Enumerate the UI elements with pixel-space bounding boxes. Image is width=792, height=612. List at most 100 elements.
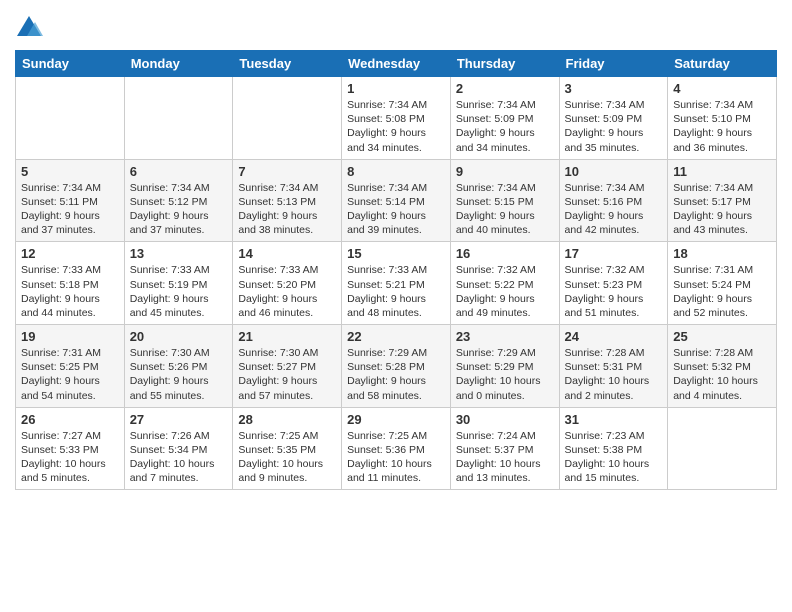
header-cell-saturday: Saturday	[668, 51, 777, 77]
day-cell: 16 Sunrise: 7:32 AM Sunset: 5:22 PM Dayli…	[450, 242, 559, 325]
week-row-4: 19 Sunrise: 7:31 AM Sunset: 5:25 PM Dayli…	[16, 325, 777, 408]
page-container: SundayMondayTuesdayWednesdayThursdayFrid…	[0, 0, 792, 495]
day-info: Sunrise: 7:32 AM Sunset: 5:22 PM Dayligh…	[456, 263, 554, 320]
day-cell	[668, 407, 777, 490]
day-number: 9	[456, 164, 554, 179]
day-number: 7	[238, 164, 336, 179]
day-number: 29	[347, 412, 445, 427]
day-number: 15	[347, 246, 445, 261]
day-cell: 25 Sunrise: 7:28 AM Sunset: 5:32 PM Dayli…	[668, 325, 777, 408]
day-cell: 30Sunrise: 7:24 AM Sunset: 5:37 PM Dayli…	[450, 407, 559, 490]
day-info: Sunrise: 7:34 AM Sunset: 5:09 PM Dayligh…	[565, 98, 663, 155]
day-cell: 1 Sunrise: 7:34 AM Sunset: 5:08 PM Daylig…	[342, 77, 451, 160]
day-number: 16	[456, 246, 554, 261]
day-cell: 5 Sunrise: 7:34 AM Sunset: 5:11 PM Daylig…	[16, 159, 125, 242]
day-number: 30	[456, 412, 554, 427]
day-cell: 8Sunrise: 7:34 AM Sunset: 5:14 PM Daylig…	[342, 159, 451, 242]
header-cell-tuesday: Tuesday	[233, 51, 342, 77]
day-number: 21	[238, 329, 336, 344]
day-info: Sunrise: 7:34 AM Sunset: 5:12 PM Dayligh…	[130, 181, 228, 238]
calendar-table: SundayMondayTuesdayWednesdayThursdayFrid…	[15, 50, 777, 490]
logo	[15, 14, 47, 42]
day-number: 18	[673, 246, 771, 261]
day-info: Sunrise: 7:34 AM Sunset: 5:17 PM Dayligh…	[673, 181, 771, 238]
day-info: Sunrise: 7:26 AM Sunset: 5:34 PM Dayligh…	[130, 429, 228, 486]
day-number: 24	[565, 329, 663, 344]
day-number: 1	[347, 81, 445, 96]
day-cell: 14 Sunrise: 7:33 AM Sunset: 5:20 PM Dayli…	[233, 242, 342, 325]
day-cell: 20 Sunrise: 7:30 AM Sunset: 5:26 PM Dayli…	[124, 325, 233, 408]
week-row-2: 5 Sunrise: 7:34 AM Sunset: 5:11 PM Daylig…	[16, 159, 777, 242]
day-cell: 6 Sunrise: 7:34 AM Sunset: 5:12 PM Daylig…	[124, 159, 233, 242]
day-cell: 15 Sunrise: 7:33 AM Sunset: 5:21 PM Dayli…	[342, 242, 451, 325]
day-number: 13	[130, 246, 228, 261]
day-info: Sunrise: 7:34 AM Sunset: 5:16 PM Dayligh…	[565, 181, 663, 238]
day-cell: 28 Sunrise: 7:25 AM Sunset: 5:35 PM Dayli…	[233, 407, 342, 490]
day-info: Sunrise: 7:33 AM Sunset: 5:21 PM Dayligh…	[347, 263, 445, 320]
day-info: Sunrise: 7:25 AM Sunset: 5:36 PM Dayligh…	[347, 429, 445, 486]
day-info: Sunrise: 7:34 AM Sunset: 5:13 PM Dayligh…	[238, 181, 336, 238]
calendar-header: SundayMondayTuesdayWednesdayThursdayFrid…	[16, 51, 777, 77]
day-number: 12	[21, 246, 119, 261]
day-info: Sunrise: 7:28 AM Sunset: 5:32 PM Dayligh…	[673, 346, 771, 403]
day-number: 25	[673, 329, 771, 344]
day-info: Sunrise: 7:31 AM Sunset: 5:25 PM Dayligh…	[21, 346, 119, 403]
day-number: 28	[238, 412, 336, 427]
day-info: Sunrise: 7:29 AM Sunset: 5:28 PM Dayligh…	[347, 346, 445, 403]
day-cell: 24Sunrise: 7:28 AM Sunset: 5:31 PM Dayli…	[559, 325, 668, 408]
day-number: 26	[21, 412, 119, 427]
day-number: 19	[21, 329, 119, 344]
day-cell: 13 Sunrise: 7:33 AM Sunset: 5:19 PM Dayli…	[124, 242, 233, 325]
day-info: Sunrise: 7:34 AM Sunset: 5:11 PM Dayligh…	[21, 181, 119, 238]
day-number: 2	[456, 81, 554, 96]
day-info: Sunrise: 7:34 AM Sunset: 5:14 PM Dayligh…	[347, 181, 445, 238]
day-number: 27	[130, 412, 228, 427]
day-number: 11	[673, 164, 771, 179]
day-cell: 3 Sunrise: 7:34 AM Sunset: 5:09 PM Daylig…	[559, 77, 668, 160]
day-number: 17	[565, 246, 663, 261]
logo-icon	[15, 14, 43, 42]
day-info: Sunrise: 7:34 AM Sunset: 5:09 PM Dayligh…	[456, 98, 554, 155]
day-info: Sunrise: 7:25 AM Sunset: 5:35 PM Dayligh…	[238, 429, 336, 486]
day-info: Sunrise: 7:30 AM Sunset: 5:26 PM Dayligh…	[130, 346, 228, 403]
day-number: 10	[565, 164, 663, 179]
day-number: 23	[456, 329, 554, 344]
week-row-1: 1 Sunrise: 7:34 AM Sunset: 5:08 PM Daylig…	[16, 77, 777, 160]
day-cell: 12 Sunrise: 7:33 AM Sunset: 5:18 PM Dayli…	[16, 242, 125, 325]
day-info: Sunrise: 7:31 AM Sunset: 5:24 PM Dayligh…	[673, 263, 771, 320]
day-info: Sunrise: 7:33 AM Sunset: 5:18 PM Dayligh…	[21, 263, 119, 320]
day-cell: 7 Sunrise: 7:34 AM Sunset: 5:13 PM Daylig…	[233, 159, 342, 242]
day-info: Sunrise: 7:32 AM Sunset: 5:23 PM Dayligh…	[565, 263, 663, 320]
day-cell	[124, 77, 233, 160]
day-number: 20	[130, 329, 228, 344]
day-info: Sunrise: 7:30 AM Sunset: 5:27 PM Dayligh…	[238, 346, 336, 403]
calendar-body: 1 Sunrise: 7:34 AM Sunset: 5:08 PM Daylig…	[16, 77, 777, 490]
day-info: Sunrise: 7:29 AM Sunset: 5:29 PM Dayligh…	[456, 346, 554, 403]
day-info: Sunrise: 7:33 AM Sunset: 5:20 PM Dayligh…	[238, 263, 336, 320]
day-number: 31	[565, 412, 663, 427]
day-cell: 21 Sunrise: 7:30 AM Sunset: 5:27 PM Dayli…	[233, 325, 342, 408]
day-info: Sunrise: 7:27 AM Sunset: 5:33 PM Dayligh…	[21, 429, 119, 486]
day-cell: 26 Sunrise: 7:27 AM Sunset: 5:33 PM Dayli…	[16, 407, 125, 490]
header-cell-monday: Monday	[124, 51, 233, 77]
day-info: Sunrise: 7:34 AM Sunset: 5:15 PM Dayligh…	[456, 181, 554, 238]
day-cell: 27 Sunrise: 7:26 AM Sunset: 5:34 PM Dayli…	[124, 407, 233, 490]
week-row-5: 26 Sunrise: 7:27 AM Sunset: 5:33 PM Dayli…	[16, 407, 777, 490]
day-cell: 4Sunrise: 7:34 AM Sunset: 5:10 PM Daylig…	[668, 77, 777, 160]
week-row-3: 12 Sunrise: 7:33 AM Sunset: 5:18 PM Dayli…	[16, 242, 777, 325]
day-cell: 31Sunrise: 7:23 AM Sunset: 5:38 PM Dayli…	[559, 407, 668, 490]
day-info: Sunrise: 7:33 AM Sunset: 5:19 PM Dayligh…	[130, 263, 228, 320]
day-number: 3	[565, 81, 663, 96]
day-info: Sunrise: 7:34 AM Sunset: 5:10 PM Dayligh…	[673, 98, 771, 155]
day-cell: 18 Sunrise: 7:31 AM Sunset: 5:24 PM Dayli…	[668, 242, 777, 325]
page-header	[15, 10, 777, 42]
day-cell: 11 Sunrise: 7:34 AM Sunset: 5:17 PM Dayli…	[668, 159, 777, 242]
day-number: 14	[238, 246, 336, 261]
day-cell: 9 Sunrise: 7:34 AM Sunset: 5:15 PM Daylig…	[450, 159, 559, 242]
day-number: 5	[21, 164, 119, 179]
day-cell: 19 Sunrise: 7:31 AM Sunset: 5:25 PM Dayli…	[16, 325, 125, 408]
day-number: 6	[130, 164, 228, 179]
header-cell-friday: Friday	[559, 51, 668, 77]
day-cell: 10 Sunrise: 7:34 AM Sunset: 5:16 PM Dayli…	[559, 159, 668, 242]
day-info: Sunrise: 7:34 AM Sunset: 5:08 PM Dayligh…	[347, 98, 445, 155]
